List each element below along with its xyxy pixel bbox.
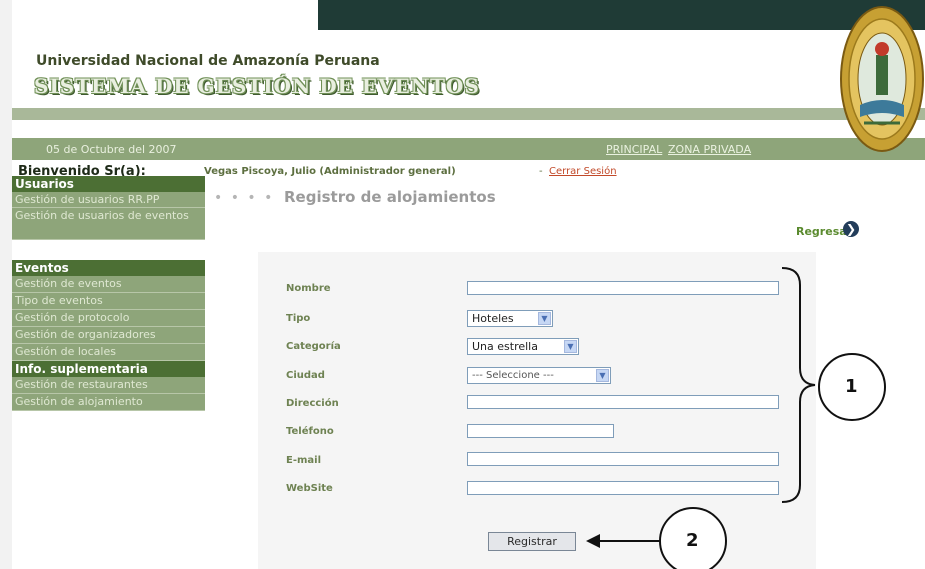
callout-label-2: 2: [686, 530, 699, 551]
callout-label-1: 1: [845, 376, 858, 397]
bracket-1: [781, 267, 816, 503]
arrow-head-icon: [586, 534, 600, 548]
annotation-overlay: [586, 267, 886, 569]
